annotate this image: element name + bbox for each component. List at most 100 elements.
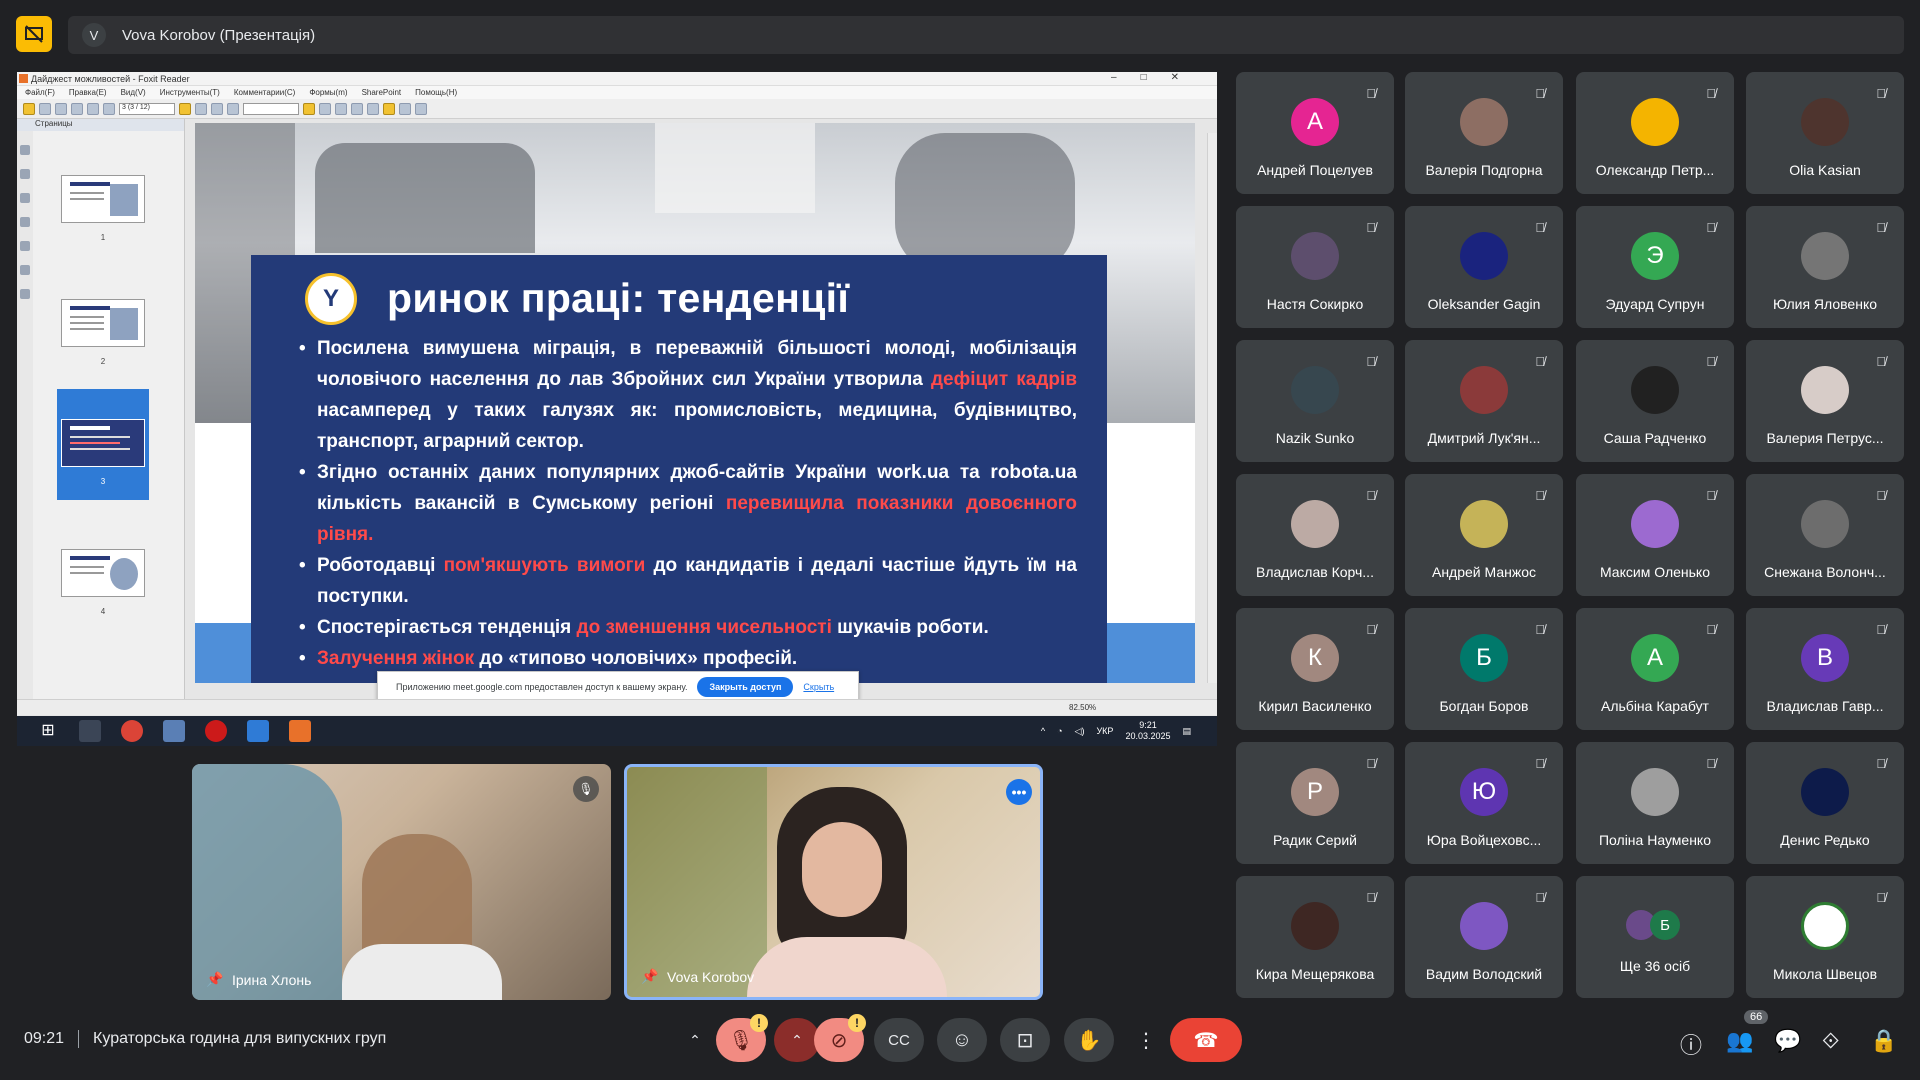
menu-forms: Формы(m) bbox=[309, 88, 348, 97]
pin-icon[interactable]: 📌 bbox=[641, 968, 658, 985]
window-controls: –□✕ bbox=[1111, 72, 1203, 83]
page-thumbnail: 2 bbox=[57, 299, 149, 366]
participant-name: Богдан Боров bbox=[1439, 698, 1529, 714]
page-thumbnail: 4 bbox=[57, 549, 149, 616]
participant-tile[interactable]: 🎙̸ Саша Радченко bbox=[1576, 340, 1734, 462]
participant-tile[interactable]: 🎙̸ Oleksander Gagin bbox=[1405, 206, 1563, 328]
signatures-tab-icon bbox=[20, 265, 30, 275]
pinned-tile-iryna[interactable]: 🎙 📌 Ірина Хлонь bbox=[192, 764, 611, 1000]
participant-avatar bbox=[1801, 366, 1849, 414]
more-options-button[interactable]: ⋮ bbox=[1128, 1018, 1164, 1062]
app-icon bbox=[247, 720, 269, 742]
participant-tile[interactable]: 🎙̸ Настя Сокирко bbox=[1236, 206, 1394, 328]
mic-off-icon: 🎙̸ bbox=[1535, 488, 1545, 503]
pinned-tile-vova[interactable]: ••• 📌 Vova Korobov bbox=[624, 764, 1043, 1000]
chat-icon[interactable]: 💬 bbox=[1774, 1028, 1801, 1054]
participant-name: Саша Радченко bbox=[1603, 430, 1707, 446]
raise-hand-button[interactable]: ✋ bbox=[1064, 1018, 1114, 1062]
reactions-button[interactable]: ☺ bbox=[937, 1018, 987, 1062]
participant-tile[interactable]: 🎙̸ К Кирил Василенко bbox=[1236, 608, 1394, 730]
participant-tile[interactable]: 🎙̸ Б Богдан Боров bbox=[1405, 608, 1563, 730]
menu-help: Помощь(H) bbox=[415, 88, 458, 97]
captions-button[interactable]: CC bbox=[874, 1018, 924, 1062]
presentation-stopped-icon[interactable] bbox=[16, 16, 52, 52]
participant-tile[interactable]: 🎙̸ Поліна Науменко bbox=[1576, 742, 1734, 864]
participant-tile[interactable]: 🎙̸ А Альбіна Карабут bbox=[1576, 608, 1734, 730]
mic-off-icon: 🎙̸ bbox=[1535, 354, 1545, 369]
participant-tile[interactable]: 🎙̸ Р Радик Серий bbox=[1236, 742, 1394, 864]
participant-tile[interactable]: 🎙̸ Дмитрий Лук'ян... bbox=[1405, 340, 1563, 462]
participant-tile[interactable]: 🎙̸ Валерія Подгорна bbox=[1405, 72, 1563, 194]
participant-name: Эдуард Супрун bbox=[1605, 296, 1705, 312]
mic-off-icon: 🎙̸ bbox=[1366, 220, 1376, 235]
leave-call-button[interactable]: ☎ bbox=[1170, 1018, 1242, 1062]
participant-tile[interactable]: 🎙̸ Olia Kasian bbox=[1746, 72, 1904, 194]
mic-off-icon: 🎙̸ bbox=[1535, 890, 1545, 905]
chrome-icon bbox=[121, 720, 143, 742]
participant-tile[interactable]: 🎙̸ Андрей Манжос bbox=[1405, 474, 1563, 596]
participant-name: Валерія Подгорна bbox=[1425, 162, 1543, 178]
employment-service-emblem-icon: Y bbox=[305, 273, 357, 325]
participant-name: Владислав Корч... bbox=[1256, 564, 1374, 580]
participant-avatar bbox=[1460, 500, 1508, 548]
audio-options-chevron-icon[interactable]: ⌃ bbox=[680, 1018, 710, 1062]
activities-icon[interactable]: ⟐ bbox=[1822, 1028, 1839, 1054]
participant-tile[interactable]: 🎙̸ Денис Редько bbox=[1746, 742, 1904, 864]
participant-tile[interactable]: 🎙̸ Юлия Яловенко bbox=[1746, 206, 1904, 328]
camera-button[interactable]: ⊘ ! bbox=[814, 1014, 866, 1062]
bullet-employers: Роботодавці пом'якшують вимоги до кандид… bbox=[299, 550, 1077, 612]
comments-tab-icon bbox=[20, 217, 30, 227]
meeting-details-icon[interactable]: ⓘ bbox=[1680, 1028, 1702, 1060]
present-button[interactable]: ⊡ bbox=[1000, 1018, 1050, 1062]
participant-avatar: К bbox=[1291, 634, 1339, 682]
participant-avatar: Р bbox=[1291, 768, 1339, 816]
participant-tile[interactable]: 🎙̸ Вадим Володский bbox=[1405, 876, 1563, 998]
tray-chevron-icon: ^ bbox=[1040, 726, 1046, 736]
foxit-window-title: Дайджест можливостей - Foxit Reader bbox=[31, 73, 190, 84]
participant-tile[interactable]: Б Ще 36 осіб bbox=[1576, 876, 1734, 998]
hand-icon: ✋ bbox=[1076, 1029, 1102, 1052]
participant-tile[interactable]: 🎙̸ Валерия Петрус... bbox=[1746, 340, 1904, 462]
participant-tile[interactable]: 🎙̸ Nazik Sunko bbox=[1236, 340, 1394, 462]
slide-body: Посилена вимушена міграція, в переважній… bbox=[299, 333, 1077, 674]
participant-tile[interactable]: 🎙̸ Владислав Корч... bbox=[1236, 474, 1394, 596]
task-view-icon bbox=[79, 720, 101, 742]
microphone-button[interactable]: 🎙 ! bbox=[716, 1014, 768, 1062]
document-scrollbar bbox=[1207, 133, 1217, 683]
host-controls-icon[interactable]: 🔒 bbox=[1870, 1028, 1897, 1054]
participant-tile[interactable]: 🎙̸ Микола Швецов bbox=[1746, 876, 1904, 998]
participant-tile[interactable]: 🎙̸ Максим Оленько bbox=[1576, 474, 1734, 596]
more-options-icon[interactable]: ••• bbox=[1006, 779, 1032, 805]
presenter-bar[interactable]: V Vova Korobov (Презентація) bbox=[68, 16, 1904, 54]
prev-page-icon bbox=[87, 102, 99, 115]
foxit-title-bar: Дайджест можливостей - Foxit Reader –□✕ bbox=[17, 72, 1217, 86]
thumbnail-number: 4 bbox=[100, 607, 106, 616]
participant-name: Кира Мещерякова bbox=[1255, 966, 1375, 982]
zoom-tool-icon bbox=[211, 102, 223, 115]
people-icon[interactable]: 👥 bbox=[1726, 1028, 1753, 1054]
binoculars-icon bbox=[227, 102, 239, 115]
participant-tile[interactable]: 🎙̸ А Андрей Поцелуев bbox=[1236, 72, 1394, 194]
note-icon bbox=[383, 102, 395, 115]
tray-clock: 9:21 20.03.2025 bbox=[1125, 720, 1171, 741]
mic-off-icon: 🎙̸ bbox=[1876, 890, 1886, 905]
participant-tile[interactable]: 🎙̸ Э Эдуард Супрун bbox=[1576, 206, 1734, 328]
participant-name: Ще 36 осіб bbox=[1619, 958, 1691, 974]
participant-tile[interactable]: 🎙̸ В Владислав Гавр... bbox=[1746, 608, 1904, 730]
participant-tile[interactable]: 🎙̸ Снежана Волонч... bbox=[1746, 474, 1904, 596]
bullet-job-sites: Згідно останніх даних популярних джоб-са… bbox=[299, 457, 1077, 550]
participant-tile[interactable]: 🎙̸ Ю Юра Войцеховс... bbox=[1405, 742, 1563, 864]
security-tab-icon bbox=[20, 289, 30, 299]
foxit-taskbar-icon bbox=[289, 720, 311, 742]
pin-icon[interactable]: 📌 bbox=[206, 971, 223, 988]
thumbnail-number: 3 bbox=[100, 477, 106, 486]
participant-tile[interactable]: 🎙̸ Олександр Петр... bbox=[1576, 72, 1734, 194]
pages-panel-title: Страницы bbox=[17, 119, 184, 131]
next-page-icon bbox=[103, 102, 115, 115]
participant-tile[interactable]: 🎙̸ Кира Мещерякова bbox=[1236, 876, 1394, 998]
participant-avatar bbox=[1460, 98, 1508, 146]
pages-tab-icon bbox=[20, 145, 30, 155]
foxit-menu-bar: Файл(F) Правка(E) Вид(V) Инструменты(T) … bbox=[17, 86, 1217, 99]
menu-file: Файл(F) bbox=[25, 88, 55, 97]
more-vertical-icon: ⋮ bbox=[1136, 1029, 1156, 1052]
